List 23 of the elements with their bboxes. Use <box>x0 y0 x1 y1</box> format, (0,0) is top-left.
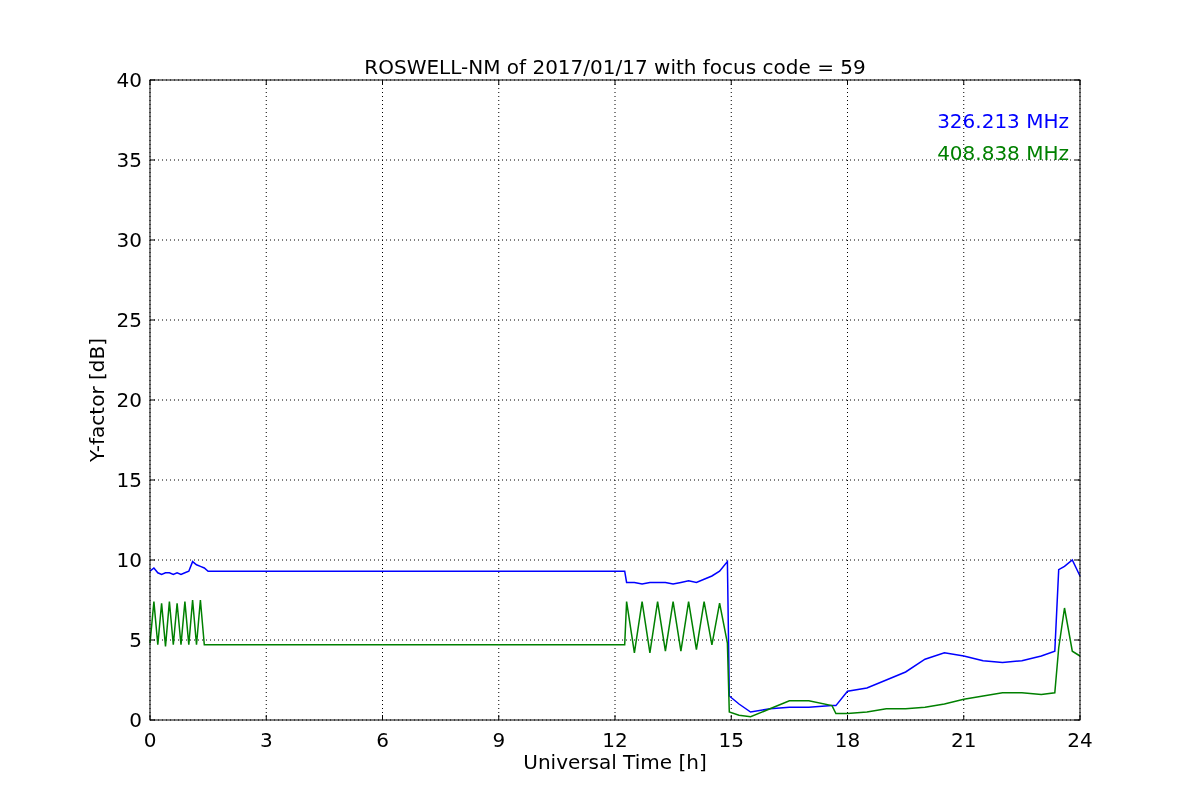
tick-label: 30 <box>116 228 142 252</box>
legend-label: 326.213 MHz <box>937 109 1069 133</box>
tick-label: 6 <box>376 728 389 752</box>
tick-label: 0 <box>143 728 157 752</box>
tick-label: 25 <box>116 308 142 332</box>
tick-label: 15 <box>718 728 744 752</box>
tick-label: 10 <box>116 548 142 572</box>
chart-title: ROSWELL-NM of 2017/01/17 with focus code = 59 <box>364 55 866 79</box>
tick-label: 5 <box>129 628 142 652</box>
tick-label: 12 <box>602 728 628 752</box>
tick-label: 40 <box>116 68 142 92</box>
tick-label: 0 <box>129 708 142 732</box>
legend-label: 408.838 MHz <box>937 141 1069 165</box>
tick-label: 15 <box>116 468 142 492</box>
tick-label: 35 <box>116 148 142 172</box>
tick-label: 3 <box>259 728 273 752</box>
tick-label: 21 <box>951 728 977 752</box>
axis-label: Y-factor [dB] <box>85 338 109 462</box>
tick-label: 24 <box>1067 728 1093 752</box>
tick-label: 9 <box>492 728 506 752</box>
axis-label: Universal Time [h] <box>523 750 707 774</box>
tick-label: 20 <box>116 388 142 412</box>
tick-label: 18 <box>834 728 861 752</box>
